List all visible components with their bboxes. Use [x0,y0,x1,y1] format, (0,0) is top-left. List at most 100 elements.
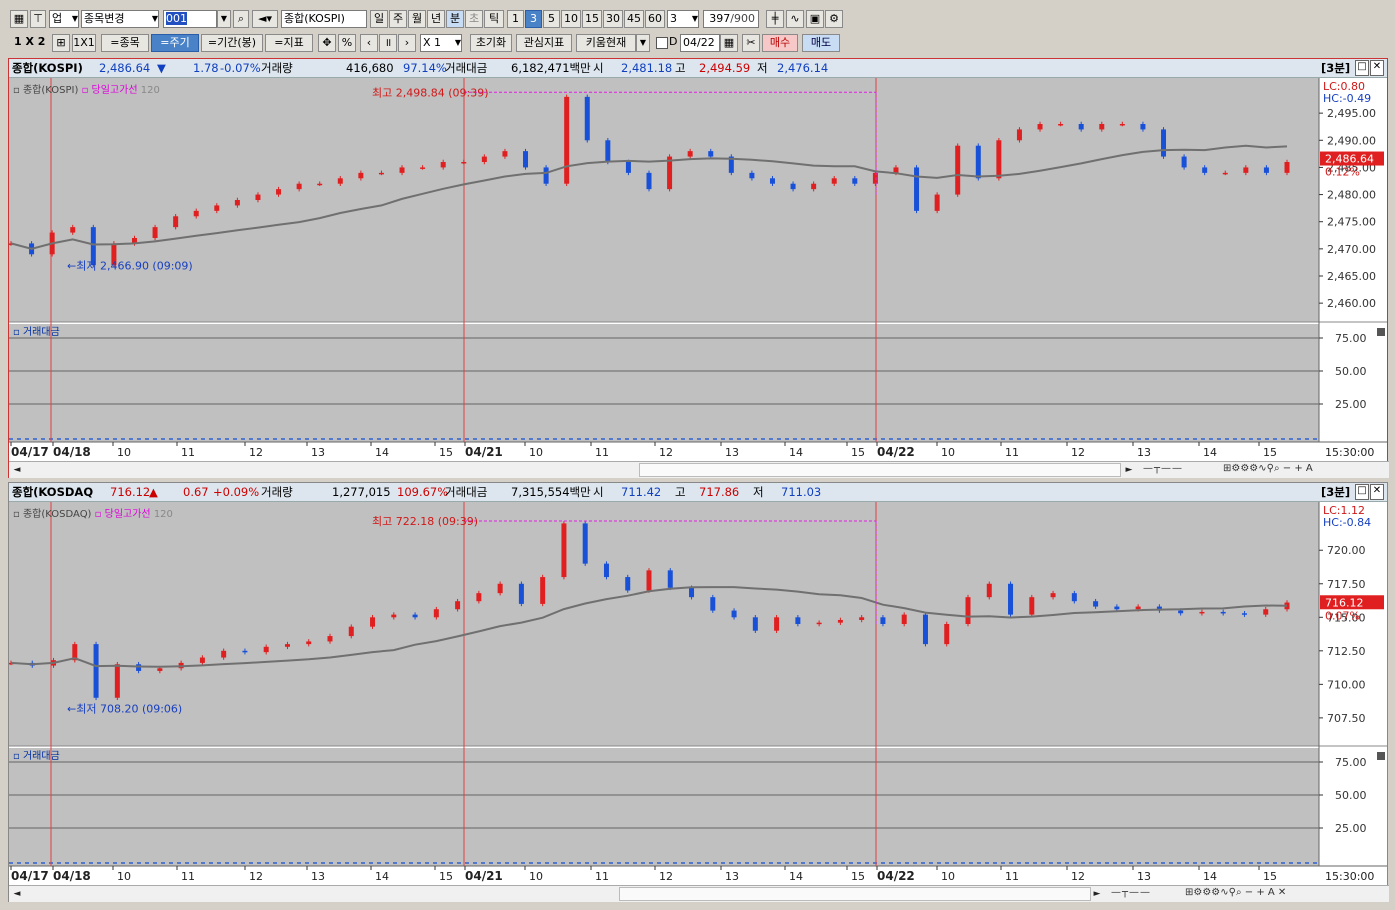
change-value: 1.78 [193,61,219,75]
scissors-icon[interactable]: ✂ [742,34,760,52]
speaker-icon[interactable]: ◄▾ [252,10,278,28]
next-icon[interactable]: › [398,34,416,52]
market-select[interactable]: 업 ▼ [49,10,79,28]
scroll-left-icon[interactable]: ◄ [11,888,23,900]
maximize-icon[interactable]: □ [1355,484,1369,500]
prev-icon[interactable]: ‹ [360,34,378,52]
pin-icon[interactable]: ⊤ [30,10,46,28]
horizontal-scrollbar[interactable]: ◄ ► —┬—— ⊞⚙⚙⚙∿⚲⌕ − + A ✕ [9,885,1389,902]
candle [1029,597,1035,615]
candle [710,597,716,611]
minute-3[interactable]: 3 [525,10,542,28]
close-icon[interactable]: ✕ [1370,60,1384,76]
kiwoom-dropdown-icon[interactable]: ▼ [636,34,650,52]
minute-45[interactable]: 45 [624,10,644,28]
zoom-select[interactable]: X 1 ▼ [420,34,462,52]
sub-y-tick-label: 75.00 [1335,332,1367,345]
price-chart-kospi[interactable]: 2,495.002,490.002,485.002,480.002,475.00… [9,78,1389,462]
custom-minute-select[interactable]: 3 ▼ [667,10,699,28]
reset-button[interactable]: 초기화 [470,34,512,52]
bar-count-field[interactable]: 397/900 [703,10,759,28]
min-annotation: ←최저 708.20 (09:06) [67,702,182,715]
minute-1[interactable]: 1 [507,10,524,28]
x-tick-label: 13 [311,446,325,459]
same-stock-button[interactable]: =종목 [101,34,149,52]
candle [412,614,418,618]
period-year[interactable]: 년 [427,10,445,28]
date-input[interactable]: 04/22 [680,34,720,52]
maximize-icon[interactable]: □ [1355,60,1369,76]
price-chart-kosdaq[interactable]: 720.00717.50715.00712.50710.00707.5075.0… [9,502,1389,886]
candle [284,644,290,647]
x-tick-label: 11 [595,870,609,883]
minute-5[interactable]: 5 [543,10,560,28]
legend-square-icon: ▫ [13,751,20,762]
zoom-slider[interactable]: —┬—— [1111,887,1151,898]
date-checkbox[interactable] [656,37,668,49]
zoom-slider[interactable]: —┬—— [1143,463,1183,474]
x-tick-label: 04/22 [877,445,915,459]
x-tick-label: 12 [249,446,263,459]
x-tick-label: 04/22 [877,869,915,883]
scroll-thumb[interactable] [619,887,1091,901]
sub-y-tick-label: 75.00 [1335,756,1367,769]
kiwoom-current-button[interactable]: 키움현재 [576,34,636,52]
same-period-button[interactable]: =주기 [151,34,199,52]
y-tick-label: 2,475.00 [1327,216,1376,229]
minute-30[interactable]: 30 [603,10,623,28]
x-tick-label: 10 [117,870,131,883]
toolbar-secondary: 1 X 2 ⊞ 1X1 =종목 =주기 =기간(봉) =지표 ✥ % ‹ ॥ ›… [0,32,1395,56]
stock-change-select[interactable]: 종목변경 ▼ [81,10,159,28]
period-second[interactable]: 초 [465,10,483,28]
scroll-thumb[interactable] [639,463,1121,477]
pause-icon[interactable]: ॥ [379,34,397,52]
main-plot-area [9,502,1319,746]
minute-60[interactable]: 60 [645,10,665,28]
stock-code-input[interactable]: 001 [163,10,217,28]
chart-tools-icons[interactable]: ⊞⚙⚙⚙∿⚲⌕ − + A ✕ [1185,887,1286,898]
scroll-left-icon[interactable]: ◄ [11,464,23,476]
chart-tools-icons[interactable]: ⊞⚙⚙⚙∿⚲⌕ − + A [1223,463,1313,474]
horizontal-scrollbar[interactable]: ◄ ► —┬—— ⊞⚙⚙⚙∿⚲⌕ − + A [9,461,1389,478]
legend-square-icon: ▫ [81,85,89,96]
minute-15[interactable]: 15 [582,10,602,28]
window-menu-icon[interactable]: ▦ [10,10,28,28]
x-tick-label: 12 [1071,870,1085,883]
search-icon[interactable]: ⌕ [233,10,249,28]
ratio-button[interactable]: 1X1 [72,34,96,52]
save-icon[interactable]: ▣ [806,10,824,28]
percent-button[interactable]: % [338,34,356,52]
period-month[interactable]: 월 [408,10,426,28]
high-value: 717.86 [699,485,740,499]
close-icon[interactable]: ✕ [1370,484,1384,500]
code-dropdown-icon[interactable]: ▼ [217,10,231,28]
grid-icon[interactable]: ⊞ [52,34,70,52]
candle [603,563,609,578]
crosshair-icon[interactable]: ✥ [318,34,336,52]
calendar-icon[interactable]: ▦ [720,34,738,52]
period-tick[interactable]: 틱 [484,10,504,28]
candle-style-icon[interactable]: ╪ [766,10,784,28]
candle [1161,129,1167,157]
legend-square-icon: ▫ [13,327,20,338]
gear-icon[interactable]: ⚙ [825,10,843,28]
pct-tag: 0.07% [1325,609,1360,622]
sub-panel-toggle-icon [1377,752,1385,760]
layout-label[interactable]: 1 X 2 [14,35,45,48]
buy-button[interactable]: 매수 [762,34,798,52]
same-indicator-button[interactable]: =지표 [265,34,313,52]
candle [790,183,796,190]
period-minute[interactable]: 분 [446,10,464,28]
scroll-right-icon[interactable]: ► [1091,888,1103,900]
period-day[interactable]: 일 [370,10,388,28]
line-style-icon[interactable]: ∿ [786,10,804,28]
favorite-indicator-button[interactable]: 관심지표 [516,34,572,52]
minute-10[interactable]: 10 [561,10,581,28]
period-week[interactable]: 주 [389,10,407,28]
candle [358,172,364,179]
sub-legend-kosdaq: ▫ 거래대금 [13,747,60,762]
sell-button[interactable]: 매도 [802,34,840,52]
scroll-right-icon[interactable]: ► [1123,464,1135,476]
date-check-label: D [669,35,678,48]
same-range-button[interactable]: =기간(봉) [201,34,263,52]
